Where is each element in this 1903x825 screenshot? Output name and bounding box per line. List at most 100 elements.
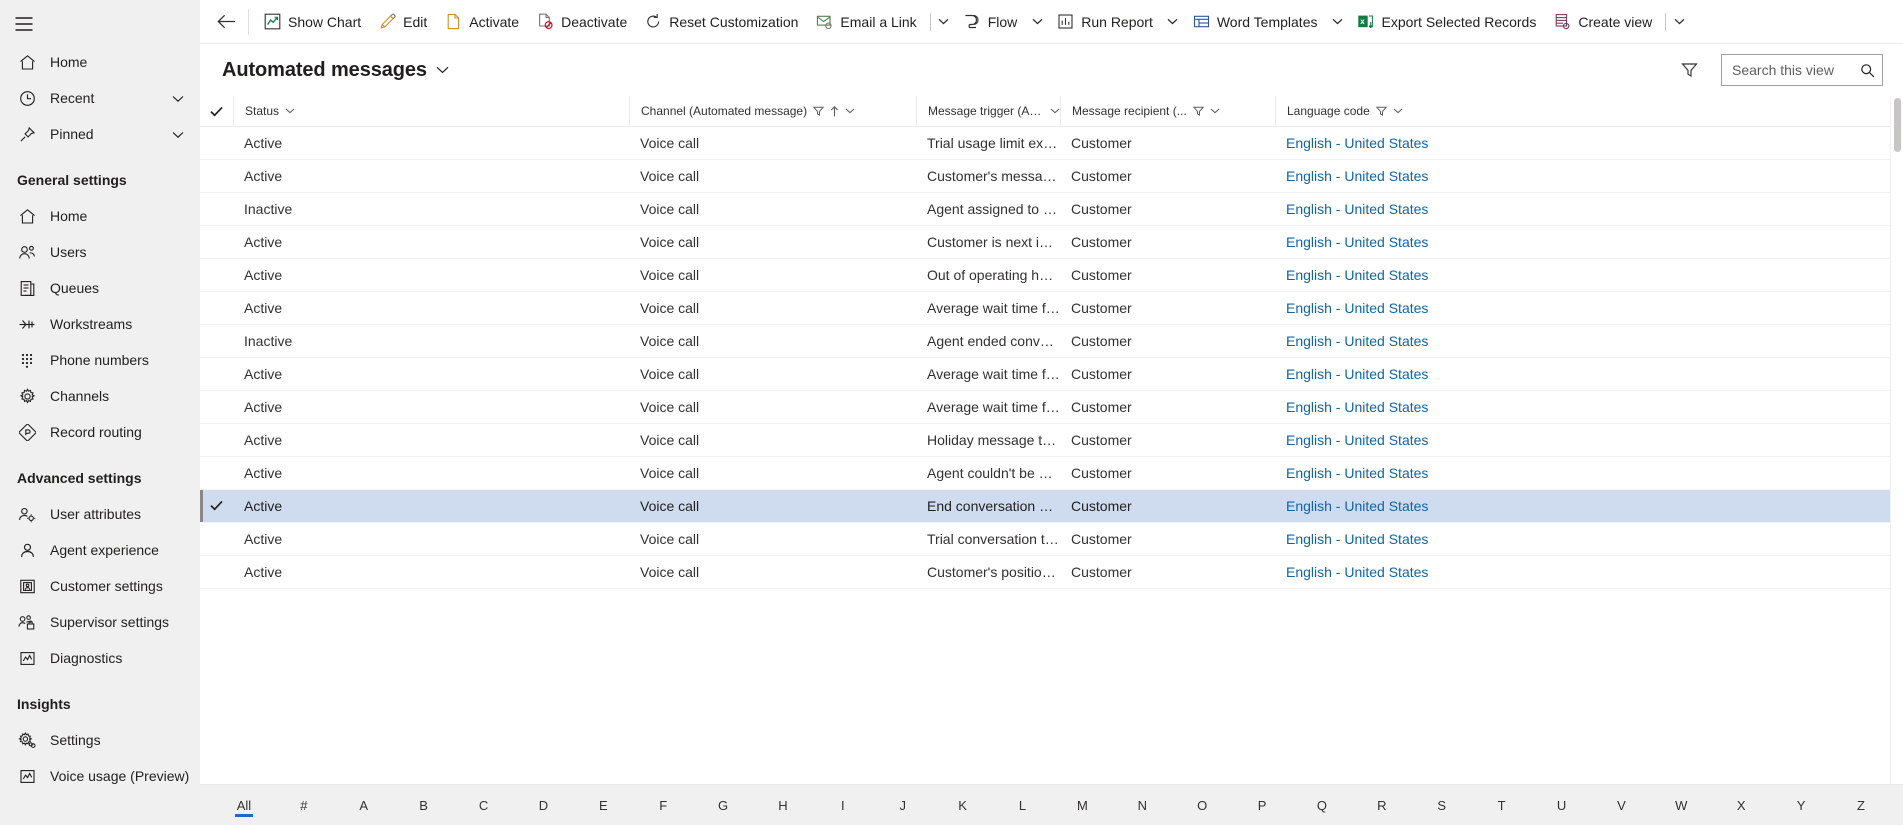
sidebar-item-recent[interactable]: Recent bbox=[0, 80, 200, 116]
alphabet-filter-a[interactable]: A bbox=[334, 785, 394, 825]
language-code-link[interactable]: English - United States bbox=[1286, 432, 1428, 448]
sidebar-item-customer-settings[interactable]: Customer settings bbox=[0, 568, 200, 604]
cell-language-code[interactable]: English - United States bbox=[1275, 456, 1903, 490]
alphabet-filter-w[interactable]: W bbox=[1651, 785, 1711, 825]
row-checkbox[interactable] bbox=[200, 225, 233, 259]
cell-language-code[interactable]: English - United States bbox=[1275, 522, 1903, 556]
language-code-link[interactable]: English - United States bbox=[1286, 201, 1428, 217]
row-checkbox[interactable] bbox=[200, 192, 233, 226]
table-row[interactable]: InactiveVoice callAgent assigned to conv… bbox=[200, 192, 1903, 226]
table-row[interactable]: ActiveVoice callCustomer's position in q… bbox=[200, 555, 1903, 589]
edit-filters-button[interactable] bbox=[1673, 54, 1705, 86]
flow-caret[interactable] bbox=[1026, 2, 1048, 42]
show-chart-button[interactable]: Show Chart bbox=[255, 2, 370, 42]
alphabet-filter-hash[interactable]: # bbox=[274, 785, 334, 825]
reset-customization-button[interactable]: Reset Customization bbox=[636, 2, 807, 42]
sidebar-item-voice-usage[interactable]: Voice usage (Preview) bbox=[0, 758, 200, 794]
column-header-message-recipient[interactable]: Message recipient (... bbox=[1060, 96, 1275, 127]
table-row[interactable]: ActiveVoice callAgent couldn't be assign… bbox=[200, 456, 1903, 490]
export-selected-records-button[interactable]: x Export Selected Records bbox=[1348, 2, 1545, 42]
language-code-link[interactable]: English - United States bbox=[1286, 300, 1428, 316]
alphabet-filter-o[interactable]: O bbox=[1172, 785, 1232, 825]
row-checkbox[interactable] bbox=[200, 357, 233, 391]
language-code-link[interactable]: English - United States bbox=[1286, 168, 1428, 184]
back-arrow-icon[interactable] bbox=[206, 2, 246, 42]
overflow-caret[interactable] bbox=[1668, 2, 1690, 42]
cell-language-code[interactable]: English - United States bbox=[1275, 357, 1903, 391]
language-code-link[interactable]: English - United States bbox=[1286, 564, 1428, 580]
word-templates-caret[interactable] bbox=[1326, 2, 1348, 42]
cell-language-code[interactable]: English - United States bbox=[1275, 423, 1903, 457]
sidebar-item-home[interactable]: Home bbox=[0, 198, 200, 234]
activate-button[interactable]: Activate bbox=[436, 2, 528, 42]
column-header-message-trigger[interactable]: Message trigger (Automated message) bbox=[916, 96, 1060, 127]
search-input[interactable] bbox=[1732, 62, 1860, 78]
language-code-link[interactable]: English - United States bbox=[1286, 498, 1428, 514]
create-view-button[interactable]: Create view bbox=[1545, 2, 1661, 42]
cell-language-code[interactable]: English - United States bbox=[1275, 159, 1903, 193]
row-checkbox[interactable] bbox=[200, 258, 233, 292]
table-row[interactable]: ActiveVoice callOut of operating hour me… bbox=[200, 258, 1903, 292]
edit-button[interactable]: Edit bbox=[370, 2, 436, 42]
deactivate-button[interactable]: Deactivate bbox=[528, 2, 636, 42]
sidebar-item-queues[interactable]: Queues bbox=[0, 270, 200, 306]
sidebar-item-workstreams[interactable]: Workstreams bbox=[0, 306, 200, 342]
run-report-button[interactable]: Run Report bbox=[1048, 2, 1162, 42]
email-a-link-caret[interactable] bbox=[933, 2, 955, 42]
row-checkbox[interactable] bbox=[200, 291, 233, 325]
alphabet-filter-b[interactable]: B bbox=[394, 785, 454, 825]
sidebar-item-insights-settings[interactable]: Settings bbox=[0, 722, 200, 758]
search-box[interactable] bbox=[1721, 54, 1883, 86]
sidebar-item-channels[interactable]: Channels bbox=[0, 378, 200, 414]
cell-language-code[interactable]: English - United States bbox=[1275, 291, 1903, 325]
chevron-down-icon[interactable] bbox=[1393, 108, 1403, 114]
select-all-checkbox[interactable] bbox=[200, 106, 233, 117]
alphabet-filter-e[interactable]: E bbox=[573, 785, 633, 825]
alphabet-filter-u[interactable]: U bbox=[1532, 785, 1592, 825]
vertical-scrollbar[interactable] bbox=[1890, 96, 1903, 784]
column-header-language-code[interactable]: Language code bbox=[1275, 96, 1903, 127]
chevron-down-icon[interactable] bbox=[845, 108, 855, 114]
alphabet-filter-q[interactable]: Q bbox=[1292, 785, 1352, 825]
sidebar-item-diagnostics[interactable]: Diagnostics bbox=[0, 640, 200, 676]
cell-language-code[interactable]: English - United States bbox=[1275, 324, 1903, 358]
hamburger-menu-icon[interactable] bbox=[0, 4, 48, 44]
table-row[interactable]: ActiveVoice callTrial usage limit exceed… bbox=[200, 126, 1903, 160]
table-row[interactable]: Active Voice call Average wait time for cu… bbox=[200, 390, 1903, 424]
alphabet-filter-l[interactable]: L bbox=[993, 785, 1053, 825]
cell-language-code[interactable]: English - United States bbox=[1275, 258, 1903, 292]
row-checkbox[interactable] bbox=[200, 159, 233, 193]
row-checkbox[interactable] bbox=[200, 126, 233, 160]
filter-icon[interactable] bbox=[1375, 106, 1387, 116]
cell-language-code[interactable]: English - United States bbox=[1275, 192, 1903, 226]
language-code-link[interactable]: English - United States bbox=[1286, 465, 1428, 481]
alphabet-filter-c[interactable]: C bbox=[454, 785, 514, 825]
row-checkbox[interactable] bbox=[200, 555, 233, 589]
alphabet-filter-v[interactable]: V bbox=[1591, 785, 1651, 825]
row-checkbox[interactable] bbox=[200, 456, 233, 490]
sidebar-item-phone-numbers[interactable]: Phone numbers bbox=[0, 342, 200, 378]
alphabet-filter-t[interactable]: T bbox=[1472, 785, 1532, 825]
sidebar-item-record-routing[interactable]: Record routing bbox=[0, 414, 200, 450]
language-code-link[interactable]: English - United States bbox=[1286, 135, 1428, 151]
language-code-link[interactable]: English - United States bbox=[1286, 234, 1428, 250]
flow-button[interactable]: Flow bbox=[955, 2, 1027, 42]
column-header-channel[interactable]: Channel (Automated message) bbox=[629, 96, 916, 127]
sidebar-item-users[interactable]: Users bbox=[0, 234, 200, 270]
cell-language-code[interactable]: English - United States bbox=[1275, 126, 1903, 160]
run-report-caret[interactable] bbox=[1162, 2, 1184, 42]
alphabet-filter-all[interactable]: All bbox=[214, 785, 274, 825]
alphabet-filter-p[interactable]: P bbox=[1232, 785, 1292, 825]
table-row[interactable]: InactiveVoice callAgent ended conversati… bbox=[200, 324, 1903, 358]
chevron-down-icon[interactable] bbox=[172, 126, 184, 142]
table-row[interactable]: Active Voice call Average wait time for cu… bbox=[200, 291, 1903, 325]
alphabet-filter-m[interactable]: M bbox=[1052, 785, 1112, 825]
table-row[interactable]: ActiveVoice callEnd conversation due to … bbox=[200, 489, 1903, 523]
cell-language-code[interactable]: English - United States bbox=[1275, 225, 1903, 259]
row-checkbox[interactable] bbox=[200, 324, 233, 358]
sidebar-item-home-top[interactable]: Home bbox=[0, 44, 200, 80]
row-checkbox[interactable] bbox=[200, 522, 233, 556]
language-code-link[interactable]: English - United States bbox=[1286, 333, 1428, 349]
alphabet-filter-f[interactable]: F bbox=[633, 785, 693, 825]
table-row[interactable]: ActiveVoice callCustomer's message could… bbox=[200, 159, 1903, 193]
